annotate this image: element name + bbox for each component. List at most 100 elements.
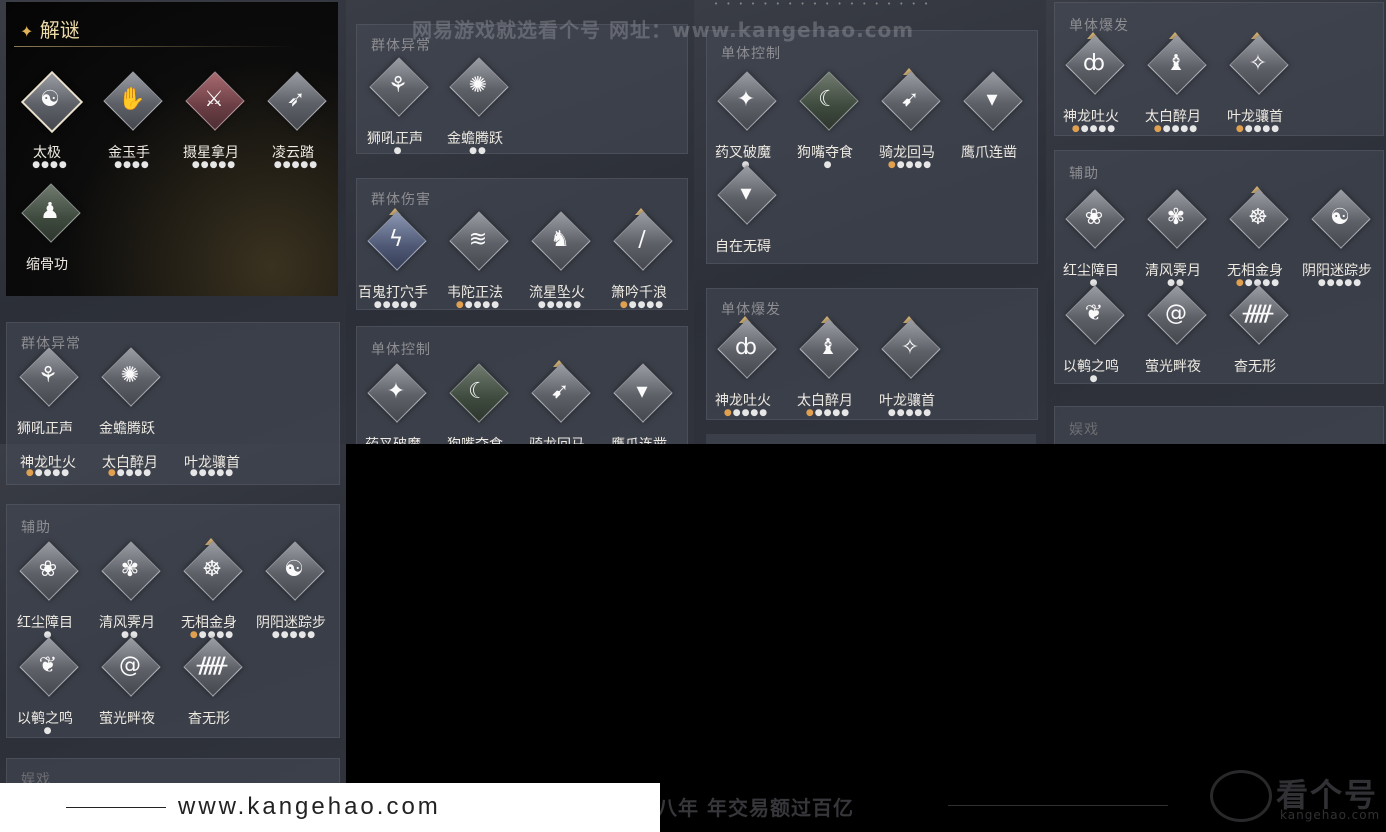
- skill-yinyang-2[interactable]: ☯ 阴阳迷踪步 ●●●●●: [250, 541, 332, 654]
- horse-icon: ♞: [550, 227, 570, 252]
- skill-name: 狗嘴夺食: [428, 434, 522, 444]
- skill-name: 以鹌之鸣: [1063, 359, 1119, 375]
- leaf-icon: ✾: [120, 557, 140, 582]
- skill-name: 骑龙回马: [879, 145, 935, 161]
- level-dots: ●●●●●: [373, 300, 419, 310]
- yinyang-icon: ☯: [1330, 205, 1350, 230]
- panel-title: 单体控制: [721, 46, 781, 62]
- panel-title: 单体控制: [371, 342, 431, 358]
- skill-shexing[interactable]: ⚔ 摄星拿月 ●●●●●: [170, 71, 252, 184]
- claw-icon: ▾: [636, 379, 648, 404]
- skill-yihe-2[interactable]: ❦ 以鹌之鸣 ●: [4, 637, 86, 750]
- level-dots: ●●: [469, 146, 487, 156]
- skill-shihou-2[interactable]: ⚘ 狮吼正声 ●: [354, 57, 436, 170]
- level-dots: ●●●●: [32, 160, 68, 170]
- level-dots: ●●●●: [114, 160, 150, 170]
- swirl-icon: ✺: [120, 363, 140, 388]
- tile-group-skills: 群体异常 ⚘ 狮吼正声 ● ✺ 金蟾腾跃 ●● 群体伤害 ϟ 百鬼打穴手 ●●●…: [346, 0, 694, 444]
- sparkle-icon: ✦: [20, 22, 34, 41]
- skill-baigui[interactable]: ϟ 百鬼打穴手 ●●●●●: [352, 208, 434, 324]
- flute-icon: ∕: [638, 227, 646, 252]
- title-underline: [14, 46, 294, 47]
- skill-name: 神龙吐火: [1063, 109, 1119, 125]
- skill-jinchan[interactable]: ✺ 金蟾腾跃: [86, 347, 168, 444]
- footer-url[interactable]: www.kangehao.com: [178, 793, 441, 821]
- skill-yelong-2[interactable]: ✧ 叶龙骧首 ●●●●●: [1214, 32, 1296, 148]
- skill-lingyunta[interactable]: ➶ 凌云踏 ●●●●●: [252, 71, 334, 184]
- logo-subtext: kangehao.com: [1280, 808, 1381, 822]
- skill-taibai[interactable]: ♝ 太白醉月 ●●●●●: [784, 316, 866, 432]
- skill-taibai-2[interactable]: ♝ 太白醉月 ●●●●●: [1132, 32, 1214, 148]
- lotus-icon: ❀: [38, 557, 58, 582]
- skill-zizai[interactable]: ▾ 自在无碍: [702, 165, 784, 278]
- skill-shihou[interactable]: ⚘ 狮吼正声: [4, 347, 86, 444]
- crane-icon: ❦: [38, 653, 58, 678]
- skill-name: 鹰爪连凿: [592, 434, 686, 444]
- skill-name: 狮吼正声: [17, 421, 73, 437]
- panel-title: 辅助: [1069, 166, 1099, 182]
- drunk-icon: ♝: [1166, 51, 1186, 76]
- level-dots: ●●●●●: [619, 300, 665, 310]
- level-dots: ●●●●●: [723, 408, 769, 418]
- skill-name: 杳无形: [1234, 359, 1276, 375]
- level-dots: ●●●●●: [1235, 124, 1281, 134]
- skill-jinchan-2[interactable]: ✺ 金蟾腾跃 ●●: [434, 57, 516, 170]
- shadow-icon: ᚏ: [196, 653, 228, 678]
- skill-qilong-2[interactable]: ➹ 骑龙回马 ●●●●●: [866, 68, 948, 184]
- skill-suogugong[interactable]: ♟ 缩骨功: [6, 183, 88, 296]
- skill-name: 阴阳迷踪步: [1302, 263, 1372, 279]
- skill-yingzhua-2[interactable]: ▾ 鹰爪连凿: [948, 71, 1030, 184]
- skill-name: 太白醉月: [1145, 109, 1201, 125]
- skill-yelong[interactable]: ✧ 叶龙骧首 ●●●●●: [866, 316, 948, 432]
- skill-shenlong[interactable]: ȸ 神龙吐火 ●●●●●: [702, 316, 784, 432]
- skill-qilong[interactable]: ➹ 骑龙回马: [516, 360, 598, 444]
- level-dots: ●●●●●: [25, 468, 71, 478]
- dragon-icon: ✧: [1248, 51, 1268, 76]
- skill-gouzui[interactable]: ☾ 狗嘴夺食: [434, 363, 516, 444]
- level-dots: ●●●●●: [191, 160, 237, 170]
- armor-icon: ▾: [740, 181, 752, 206]
- spiral-icon: @: [1165, 301, 1187, 326]
- skill-taiji[interactable]: ☯ 太极 ●●●●: [6, 70, 88, 184]
- skill-xiaoyin[interactable]: ∕ 箫吟千浪 ●●●●●: [598, 208, 680, 324]
- swirl-icon: ✺: [468, 73, 488, 98]
- skill-yingzhua[interactable]: ▾ 鹰爪连凿: [598, 363, 680, 444]
- skill-name: 缩骨功: [26, 257, 68, 273]
- drunk-icon: ♝: [818, 335, 838, 360]
- skill-jinyushou[interactable]: ✋ 金玉手 ●●●●: [88, 71, 170, 184]
- skill-liuxing[interactable]: ♞ 流星坠火 ●●●●●: [516, 211, 598, 324]
- skill-name: 金蟾腾跃: [447, 131, 503, 147]
- dragon-icon: ✧: [900, 335, 920, 360]
- skill-yaocha[interactable]: ✦ 药叉破魔: [352, 363, 434, 444]
- tile-single-skills: • • • • • • • • • • • • • • • • • • 单体控制…: [694, 0, 1046, 444]
- leap-icon: ➶: [286, 87, 306, 112]
- skill-yihe[interactable]: ❦ 以鹌之鸣 ●: [1050, 285, 1132, 398]
- level-dots: ●●●●●: [273, 160, 319, 170]
- skill-name: 百鬼打穴手: [358, 285, 428, 301]
- skill-name: 金玉手: [108, 145, 150, 161]
- level-dots: ●●●●●: [1153, 124, 1199, 134]
- panel-title: 群体伤害: [371, 192, 431, 208]
- skill-weituo[interactable]: ≋ 韦陀正法 ●●●●●: [434, 211, 516, 324]
- strike-icon: ϟ: [388, 227, 404, 252]
- skill-yinyang[interactable]: ☯ 阴阳迷踪步 ●●●●●: [1296, 189, 1378, 302]
- skill-name: 萤光畔夜: [1145, 359, 1201, 375]
- yinyang-icon: ☯: [284, 557, 304, 582]
- skill-yingguang-2[interactable]: @ 萤光畔夜: [86, 637, 168, 750]
- puzzle-title: ✦ 解谜: [20, 14, 80, 43]
- skill-name: 叶龙骧首: [1227, 109, 1283, 125]
- level-dots: ●: [823, 160, 833, 170]
- skill-yaowuxing-2[interactable]: ᚏ 杳无形: [168, 637, 250, 750]
- skill-yingguang[interactable]: @ 萤光畔夜: [1132, 285, 1214, 398]
- skill-name: 神龙吐火: [715, 393, 771, 409]
- spiral-icon: @: [119, 653, 141, 678]
- skill-yaowuxing[interactable]: ᚏ 杳无形: [1214, 285, 1296, 398]
- skill-gouzui-2[interactable]: ☾ 狗嘴夺食 ●: [784, 71, 866, 184]
- slash-icon: ☾: [468, 379, 488, 404]
- spear-icon: ➹: [550, 379, 570, 404]
- panel-title: 娱戏: [21, 772, 51, 783]
- skill-name: 金蟾腾跃: [99, 421, 155, 437]
- level-dots: ●●●●●: [107, 468, 153, 478]
- skill-shenlong-2[interactable]: ȸ 神龙吐火 ●●●●●: [1050, 32, 1132, 148]
- panel-leisure-2: 娱戏: [6, 758, 340, 783]
